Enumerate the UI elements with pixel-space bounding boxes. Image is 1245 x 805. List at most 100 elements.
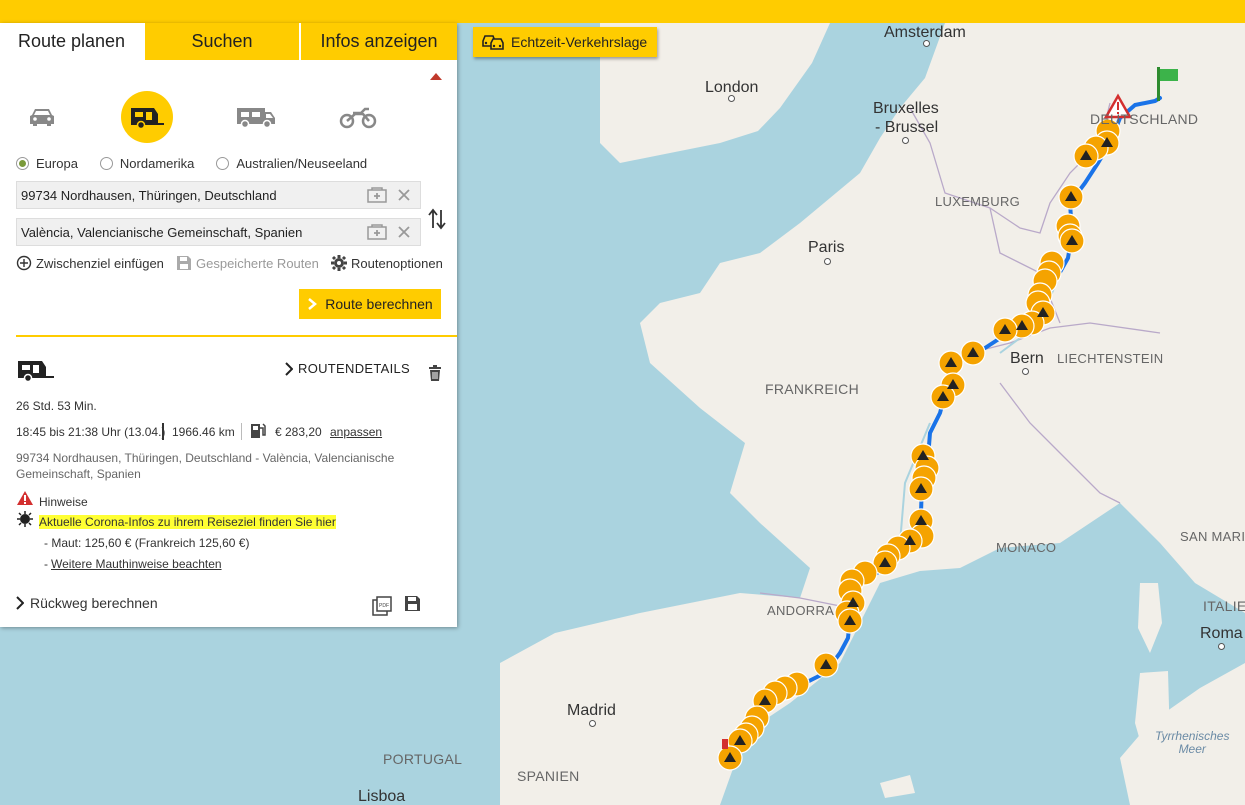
motorcycle-icon bbox=[339, 107, 377, 129]
car-icon bbox=[30, 109, 54, 126]
radio-circle[interactable] bbox=[16, 157, 29, 170]
caravan-icon bbox=[131, 108, 164, 130]
route-details-link[interactable]: ROUTENDETAILS bbox=[285, 361, 410, 376]
collapse-panel-icon[interactable] bbox=[430, 73, 442, 80]
radio-circle[interactable] bbox=[99, 157, 113, 170]
country-label-italy: ITALIE bbox=[1203, 598, 1245, 614]
realtime-traffic-label: Echtzeit-Verkehrslage bbox=[511, 34, 648, 50]
pdf-export-icon[interactable]: PDF bbox=[372, 596, 394, 619]
country-label-monaco: MONACO bbox=[996, 540, 1057, 555]
city-label-london: London bbox=[705, 79, 759, 96]
tab-infos-anzeigen[interactable]: Infos anzeigen bbox=[299, 23, 457, 60]
tab-route-planen[interactable]: Route planen bbox=[0, 23, 143, 60]
city-label-madrid: Madrid bbox=[567, 702, 616, 719]
hints-label: Hinweise bbox=[39, 495, 88, 509]
route-actions: Zwischenziel einfügen Gespeicherte Route… bbox=[16, 255, 446, 275]
swap-route-icon[interactable] bbox=[428, 207, 446, 234]
route-time-range: 18:45 bis 21:38 Uhr (13.04.) bbox=[16, 425, 166, 439]
country-label-liechtenstein: LIECHTENSTEIN bbox=[1057, 351, 1164, 366]
tab-suchen[interactable]: Suchen bbox=[143, 23, 299, 60]
adjust-fuel-link[interactable]: anpassen bbox=[330, 425, 382, 439]
route-panel: Route planen Suchen Infos anzeigen Europ… bbox=[0, 23, 457, 627]
virus-icon bbox=[17, 511, 33, 530]
plus-circle-icon bbox=[16, 255, 32, 271]
city-label-bern: Bern bbox=[1010, 350, 1044, 367]
city-label-amsterdam: Amsterdam bbox=[884, 24, 966, 41]
corona-info-link[interactable]: Aktuelle Corona-Infos zu ihrem Reiseziel… bbox=[39, 515, 336, 529]
city-dot-roma bbox=[1218, 643, 1225, 650]
result-vehicle-icon bbox=[16, 359, 56, 386]
destination-field bbox=[16, 218, 421, 246]
route-options-label: Routenoptionen bbox=[351, 255, 443, 271]
city-dot-brussels bbox=[902, 137, 909, 144]
saved-routes-link[interactable]: Gespeicherte Routen bbox=[176, 255, 319, 271]
vehicle-caravan-button[interactable] bbox=[121, 91, 173, 143]
region-selector: Europa Nordamerika Australien/Neuseeland bbox=[16, 156, 389, 171]
delete-route-icon[interactable] bbox=[428, 365, 442, 384]
top-bar bbox=[0, 0, 1245, 23]
city-dot-bern bbox=[1022, 368, 1029, 375]
vehicle-motorhome-button[interactable] bbox=[230, 91, 282, 143]
country-label-portugal: PORTUGAL bbox=[383, 751, 463, 767]
city-dot-madrid bbox=[589, 720, 596, 727]
vehicle-car-button[interactable] bbox=[16, 91, 68, 143]
fuel-pump-icon bbox=[250, 422, 266, 442]
region-label: Australien/Neuseeland bbox=[236, 156, 368, 171]
return-route-link[interactable]: Rückweg berechnen bbox=[16, 595, 158, 611]
route-details-label: ROUTENDETAILS bbox=[298, 361, 411, 376]
traffic-cars-icon bbox=[482, 35, 504, 50]
divider bbox=[16, 335, 457, 337]
route-description: 99734 Nordhausen, Thüringen, Deutschland… bbox=[16, 451, 395, 481]
warning-icon bbox=[17, 491, 33, 508]
destination-input[interactable] bbox=[21, 224, 361, 240]
toll-hints-link[interactable]: Weitere Mauthinweise beachten bbox=[51, 557, 222, 571]
calculate-route-button[interactable]: Route berechnen bbox=[299, 289, 441, 319]
region-radio-europa[interactable]: Europa bbox=[16, 156, 78, 171]
radio-circle[interactable] bbox=[216, 157, 230, 170]
region-radio-nordamerika[interactable]: Nordamerika bbox=[99, 156, 195, 171]
start-input[interactable] bbox=[21, 187, 361, 203]
chevron-right-icon bbox=[308, 298, 318, 310]
country-label-andorra: ANDORRA bbox=[767, 603, 835, 618]
caravan-icon bbox=[18, 361, 54, 383]
region-radio-australien[interactable]: Australien/Neuseeland bbox=[216, 156, 367, 171]
return-route-label: Rückweg berechnen bbox=[30, 595, 158, 611]
clear-start-icon[interactable] bbox=[397, 188, 411, 205]
region-label: Europa bbox=[36, 156, 78, 171]
separator bbox=[241, 423, 242, 440]
realtime-traffic-button[interactable]: Echtzeit-Verkehrslage bbox=[473, 27, 658, 57]
destination-flag-icon bbox=[722, 739, 728, 749]
route-options-link[interactable]: Routenoptionen bbox=[331, 255, 443, 271]
city-dot-paris bbox=[824, 258, 831, 265]
route-duration: 26 Std. 53 Min. bbox=[16, 399, 97, 413]
add-waypoint-label: Zwischenziel einfügen bbox=[36, 255, 164, 271]
country-label-germany: DEUTSCHLAND bbox=[1090, 111, 1199, 127]
calculate-route-label: Route berechnen bbox=[325, 296, 433, 312]
country-label-luxembourg: LUXEMBURG bbox=[935, 194, 1021, 209]
add-waypoint-link[interactable]: Zwischenziel einfügen bbox=[16, 255, 164, 271]
sea-label-tyrrhenian: Tyrrhenisches Meer bbox=[1155, 729, 1230, 756]
chevron-right-icon bbox=[285, 361, 293, 376]
city-label-bruxelles: Bruxelles bbox=[873, 100, 939, 117]
toll-dash: - bbox=[44, 557, 48, 571]
city-label-brussel: - Brussel bbox=[875, 119, 939, 136]
vehicle-motorcycle-button[interactable] bbox=[332, 91, 384, 143]
country-label-spain: SPANIEN bbox=[517, 768, 580, 784]
route-distance: 1966.46 km bbox=[172, 425, 235, 439]
toll-info: - Maut: 125,60 € (Frankreich 125,60 €) bbox=[44, 536, 250, 550]
add-to-favorites-icon[interactable] bbox=[367, 224, 387, 243]
svg-text:PDF: PDF bbox=[379, 603, 389, 609]
city-label-roma: Roma bbox=[1200, 625, 1243, 642]
tab-bar: Route planen Suchen Infos anzeigen bbox=[0, 23, 457, 60]
region-label: Nordamerika bbox=[119, 156, 195, 171]
city-label-paris: Paris bbox=[808, 239, 845, 256]
country-label-france: FRANKREICH bbox=[765, 381, 860, 397]
clear-destination-icon[interactable] bbox=[397, 225, 411, 242]
motorhome-icon bbox=[237, 108, 275, 129]
gear-icon bbox=[331, 255, 347, 271]
save-icon bbox=[177, 256, 191, 270]
add-to-favorites-icon[interactable] bbox=[367, 187, 387, 206]
save-route-icon[interactable] bbox=[404, 595, 421, 615]
fuel-cost: € 283,20 bbox=[275, 425, 322, 439]
country-label-san-marino: SAN MARI bbox=[1180, 529, 1245, 544]
